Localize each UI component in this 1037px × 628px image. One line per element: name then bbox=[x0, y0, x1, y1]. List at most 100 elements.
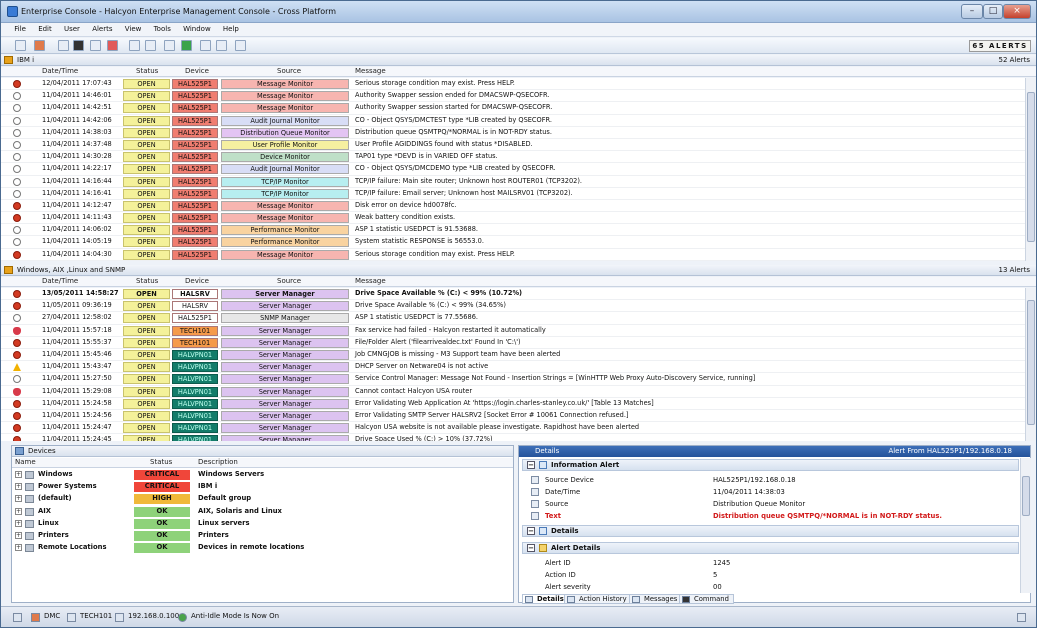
col-status[interactable]: Status bbox=[136, 277, 158, 286]
col-datetime[interactable]: Date/Time bbox=[42, 67, 78, 76]
panel-windows-scrollbar[interactable] bbox=[1025, 288, 1036, 441]
information-alert-section[interactable]: − Information Alert bbox=[522, 459, 1019, 471]
col-datetime[interactable]: Date/Time bbox=[42, 277, 78, 286]
device-group-row[interactable]: + (default) HIGH Default group bbox=[12, 493, 513, 505]
alert-row[interactable]: 11/04/2011 15:55:37 OPEN TECH101 Server Man… bbox=[1, 337, 1025, 349]
alert-row[interactable]: 11/04/2011 14:04:30 OPEN HAL525P1 Message M… bbox=[1, 249, 1025, 261]
tab-messages[interactable]: Messages bbox=[629, 594, 683, 604]
tab-command[interactable]: Command bbox=[679, 594, 734, 604]
alert-row[interactable]: 11/04/2011 15:45:46 OPEN HALVPN01 Server Ma… bbox=[1, 349, 1025, 362]
menu-user[interactable]: User bbox=[59, 23, 85, 35]
device-group-row[interactable]: + Remote Locations OK Devices in remote loc… bbox=[12, 542, 513, 554]
expand-icon[interactable]: + bbox=[15, 483, 22, 491]
alert-row[interactable]: 11/04/2011 14:42:51 OPEN HAL525P1 Message M… bbox=[1, 102, 1025, 115]
run-icon[interactable] bbox=[181, 40, 192, 51]
alert-row[interactable]: 11/04/2011 15:57:18 OPEN TECH101 Server Man… bbox=[1, 325, 1025, 337]
alert-row[interactable]: 13/05/2011 14:58:27 OPEN HALSRV Server Mana… bbox=[1, 288, 1025, 301]
alert-detail-field: Alert severity 00 bbox=[527, 582, 1017, 593]
info-icon bbox=[13, 375, 21, 384]
expand-icon[interactable]: + bbox=[15, 507, 22, 515]
details-section[interactable]: − Details bbox=[522, 525, 1019, 537]
alert-row[interactable]: 11/04/2011 14:42:06 OPEN HAL525P1 Audit Jou… bbox=[1, 115, 1025, 127]
alert-row[interactable]: 11/04/2011 14:12:47 OPEN HAL525P1 Message M… bbox=[1, 200, 1025, 213]
alert-row[interactable]: 11/04/2011 15:24:56 OPEN HALVPN01 Server Ma… bbox=[1, 410, 1025, 423]
collapse-icon[interactable]: − bbox=[527, 544, 535, 552]
minimize-button[interactable]: – bbox=[961, 4, 983, 19]
alert-details-section[interactable]: − Alert Details bbox=[522, 542, 1019, 554]
panel-ibmi-scrollbar[interactable] bbox=[1025, 78, 1036, 261]
menu-edit[interactable]: Edit bbox=[33, 23, 57, 35]
collapse-icon[interactable]: − bbox=[527, 461, 535, 469]
field-value: Distribution Queue Monitor bbox=[713, 500, 806, 508]
col-description[interactable]: Description bbox=[198, 458, 238, 467]
device-group-row[interactable]: + AIX OK AIX, Solaris and Linux bbox=[12, 506, 513, 518]
alert-row[interactable]: 11/04/2011 14:11:43 OPEN HAL525P1 Message M… bbox=[1, 212, 1025, 225]
collapse-icon[interactable]: − bbox=[527, 527, 535, 535]
tab-details[interactable]: Details bbox=[522, 594, 569, 604]
alert-row[interactable]: 11/04/2011 14:05:19 OPEN HAL525P1 Performan… bbox=[1, 236, 1025, 249]
maximize-button[interactable]: □ bbox=[983, 4, 1003, 19]
expand-icon[interactable]: + bbox=[15, 531, 22, 539]
close-button[interactable]: × bbox=[1003, 4, 1031, 19]
alert-row[interactable]: 11/04/2011 14:16:41 OPEN HAL525P1 TCP/IP Mo… bbox=[1, 188, 1025, 200]
alert-row[interactable]: 11/04/2011 14:22:17 OPEN HAL525P1 Audit Jou… bbox=[1, 163, 1025, 176]
alert-row[interactable]: 11/04/2011 15:24:58 OPEN HALVPN01 Server Ma… bbox=[1, 398, 1025, 410]
col-name[interactable]: Name bbox=[15, 458, 36, 467]
alert-row[interactable]: 11/05/2011 09:36:19 OPEN HALSRV Server Mana… bbox=[1, 300, 1025, 313]
col-status[interactable]: Status bbox=[150, 458, 172, 467]
alert-row[interactable]: 11/04/2011 14:06:02 OPEN HAL525P1 Performan… bbox=[1, 224, 1025, 237]
menu-tools[interactable]: Tools bbox=[149, 23, 176, 35]
alert-row[interactable]: 11/04/2011 15:29:08 OPEN HALVPN01 Server Ma… bbox=[1, 386, 1025, 398]
menu-window[interactable]: Window bbox=[178, 23, 216, 35]
alerts-count-badge[interactable]: 65 ALERTS bbox=[969, 40, 1031, 52]
menu-file[interactable]: File bbox=[9, 23, 31, 35]
col-status[interactable]: Status bbox=[136, 67, 158, 76]
alert-row[interactable]: 11/04/2011 15:27:50 OPEN HALVPN01 Server Ma… bbox=[1, 373, 1025, 386]
user-icon[interactable] bbox=[34, 40, 45, 51]
device-group-row[interactable]: + Windows CRITICAL Windows Servers bbox=[12, 469, 513, 481]
menu-alerts[interactable]: Alerts bbox=[87, 23, 117, 35]
device-group-row[interactable]: + Linux OK Linux servers bbox=[12, 518, 513, 530]
col-message[interactable]: Message bbox=[355, 277, 386, 286]
alert-row[interactable]: 11/04/2011 14:46:01 OPEN HAL525P1 Message M… bbox=[1, 90, 1025, 103]
expand-icon[interactable]: + bbox=[15, 519, 22, 527]
list-icon[interactable] bbox=[58, 40, 69, 51]
row-device: HALVPN01 bbox=[172, 423, 218, 434]
col-source[interactable]: Source bbox=[277, 277, 301, 286]
print-icon[interactable] bbox=[235, 40, 246, 51]
col-message[interactable]: Message bbox=[355, 67, 386, 76]
tab-action-history[interactable]: Action History bbox=[564, 594, 632, 604]
expand-icon[interactable]: + bbox=[15, 471, 22, 478]
alert-row[interactable]: 12/04/2011 17:07:43 OPEN HAL525P1 Message M… bbox=[1, 78, 1025, 91]
device-group-row[interactable]: + Power Systems CRITICAL IBM i bbox=[12, 481, 513, 493]
alert-row[interactable]: 11/04/2011 14:16:44 OPEN HAL525P1 TCP/IP Mo… bbox=[1, 176, 1025, 188]
alert-row[interactable]: 11/04/2011 15:24:45 OPEN HALVPN01 Server Ma… bbox=[1, 434, 1025, 441]
check-icon[interactable] bbox=[90, 40, 101, 51]
menu-help[interactable]: Help bbox=[218, 23, 244, 35]
delete-icon[interactable] bbox=[107, 40, 118, 51]
details-scrollbar[interactable] bbox=[1020, 458, 1031, 593]
new-icon[interactable] bbox=[15, 40, 26, 51]
field-value: Distribution queue QSMTPQ/*NORMAL is in … bbox=[713, 512, 942, 520]
monitor-icon[interactable] bbox=[73, 40, 84, 51]
edit-icon[interactable] bbox=[164, 40, 175, 51]
expand-icon[interactable]: + bbox=[15, 495, 22, 503]
sort-icon[interactable] bbox=[216, 40, 227, 51]
panel-ibmi-alert-list: 12/04/2011 17:07:43 OPEN HAL525P1 Message M… bbox=[1, 78, 1025, 261]
device-group-row[interactable]: + Printers OK Printers bbox=[12, 530, 513, 542]
alert-row[interactable]: 27/04/2011 12:58:02 OPEN HAL525P1 SNMP Mana… bbox=[1, 312, 1025, 325]
filter-icon[interactable] bbox=[200, 40, 211, 51]
col-device[interactable]: Device bbox=[185, 67, 209, 76]
col-device[interactable]: Device bbox=[185, 277, 209, 286]
alert-row[interactable]: 11/04/2011 14:37:48 OPEN HAL525P1 User Prof… bbox=[1, 139, 1025, 152]
col-source[interactable]: Source bbox=[277, 67, 301, 76]
alert-row[interactable]: 11/04/2011 15:43:47 OPEN HALVPN01 Server Ma… bbox=[1, 361, 1025, 374]
paste-icon[interactable] bbox=[145, 40, 156, 51]
alert-row[interactable]: 11/04/2011 14:30:28 OPEN HAL525P1 Device Mo… bbox=[1, 151, 1025, 164]
menu-view[interactable]: View bbox=[120, 23, 147, 35]
copy-icon[interactable] bbox=[129, 40, 140, 51]
alert-row[interactable]: 11/04/2011 15:24:47 OPEN HALVPN01 Server Ma… bbox=[1, 422, 1025, 435]
expand-icon[interactable]: + bbox=[15, 544, 22, 552]
alert-row[interactable]: 11/04/2011 14:38:03 OPEN HAL525P1 Distribut… bbox=[1, 127, 1025, 139]
resize-grip-icon[interactable] bbox=[1017, 613, 1026, 622]
